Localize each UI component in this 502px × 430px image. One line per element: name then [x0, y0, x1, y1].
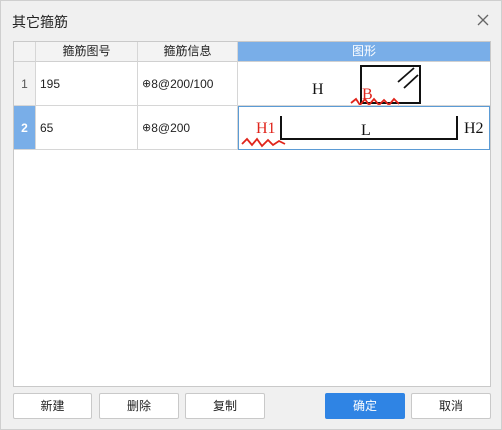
- hrb400-grade-icon: ⊕: [142, 122, 152, 134]
- info-value: 8@200: [151, 120, 191, 135]
- cancel-button[interactable]: 取消: [411, 393, 491, 419]
- table-row-1-shape[interactable]: H B: [238, 62, 490, 106]
- row-number-2[interactable]: 2: [14, 106, 36, 150]
- shape-label-h: H: [312, 81, 324, 98]
- info-value: 8@200/100: [151, 76, 214, 91]
- copy-button[interactable]: 复制: [185, 393, 265, 419]
- title-bar: 其它箍筋: [1, 1, 501, 37]
- dialog-title: 其它箍筋: [12, 14, 68, 30]
- column-header-figure-no[interactable]: 箍筋图号: [36, 42, 138, 62]
- hook-line-2: [403, 74, 419, 89]
- row-number-header: [14, 42, 36, 62]
- stirrup-table[interactable]: 箍筋图号 箍筋信息 图形 1 195 ⊕ 8@200/100 H B 2 65: [13, 41, 491, 387]
- other-stirrups-dialog: 其它箍筋 箍筋图号 箍筋信息 图形 1 195 ⊕ 8@200/100 H B …: [0, 0, 502, 430]
- hrb400-grade-icon: ⊕: [142, 78, 152, 90]
- table-row-2-info[interactable]: ⊕ 8@200: [138, 106, 238, 150]
- shape-label-h2: H2: [464, 120, 484, 137]
- figure-no-value: 195: [40, 76, 61, 91]
- table-row-2-figure-no[interactable]: 65: [36, 106, 138, 150]
- ok-button[interactable]: 确定: [325, 393, 405, 419]
- figure-no-value: 65: [40, 120, 54, 135]
- close-icon[interactable]: [473, 10, 493, 30]
- shape-label-h1: H1: [256, 120, 276, 137]
- table-row-1-info[interactable]: ⊕ 8@200/100: [138, 62, 238, 106]
- row-number-1[interactable]: 1: [14, 62, 36, 106]
- new-button[interactable]: 新建: [13, 393, 92, 419]
- shape-label-l: L: [361, 122, 371, 139]
- column-header-info[interactable]: 箍筋信息: [138, 42, 238, 62]
- delete-button[interactable]: 删除: [99, 393, 179, 419]
- table-row-2-shape[interactable]: H1 L H2: [238, 106, 490, 150]
- column-header-shape[interactable]: 图形: [238, 42, 490, 62]
- annotation-squiggle-h1: [241, 137, 286, 148]
- table-row-1-figure-no[interactable]: 195: [36, 62, 138, 106]
